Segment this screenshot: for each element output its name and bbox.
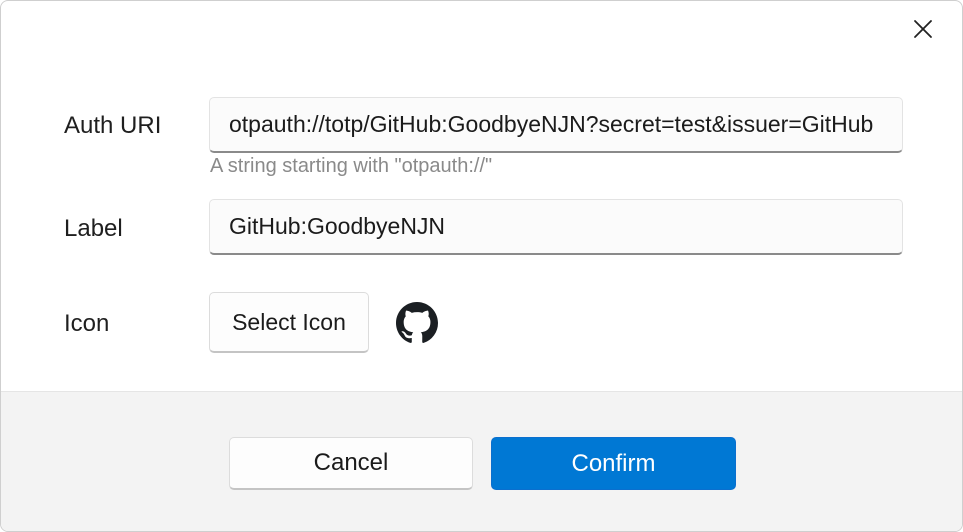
github-icon (396, 302, 438, 343)
dialog-footer: Cancel Confirm (1, 391, 962, 531)
select-icon-button[interactable]: Select Icon (209, 292, 369, 353)
auth-uri-hint: A string starting with "otpauth://" (210, 155, 493, 177)
auth-uri-label: Auth URI (64, 112, 162, 139)
close-button[interactable] (907, 13, 939, 45)
close-icon (914, 20, 932, 38)
confirm-button[interactable]: Confirm (491, 437, 736, 490)
auth-uri-input[interactable] (209, 97, 903, 153)
label-input[interactable] (209, 199, 903, 255)
label-field-label: Label (64, 215, 123, 242)
dialog: Auth URI A string starting with "otpauth… (0, 0, 963, 532)
dialog-body: Auth URI A string starting with "otpauth… (1, 1, 962, 391)
icon-field-label: Icon (64, 310, 110, 337)
cancel-button[interactable]: Cancel (229, 437, 473, 490)
